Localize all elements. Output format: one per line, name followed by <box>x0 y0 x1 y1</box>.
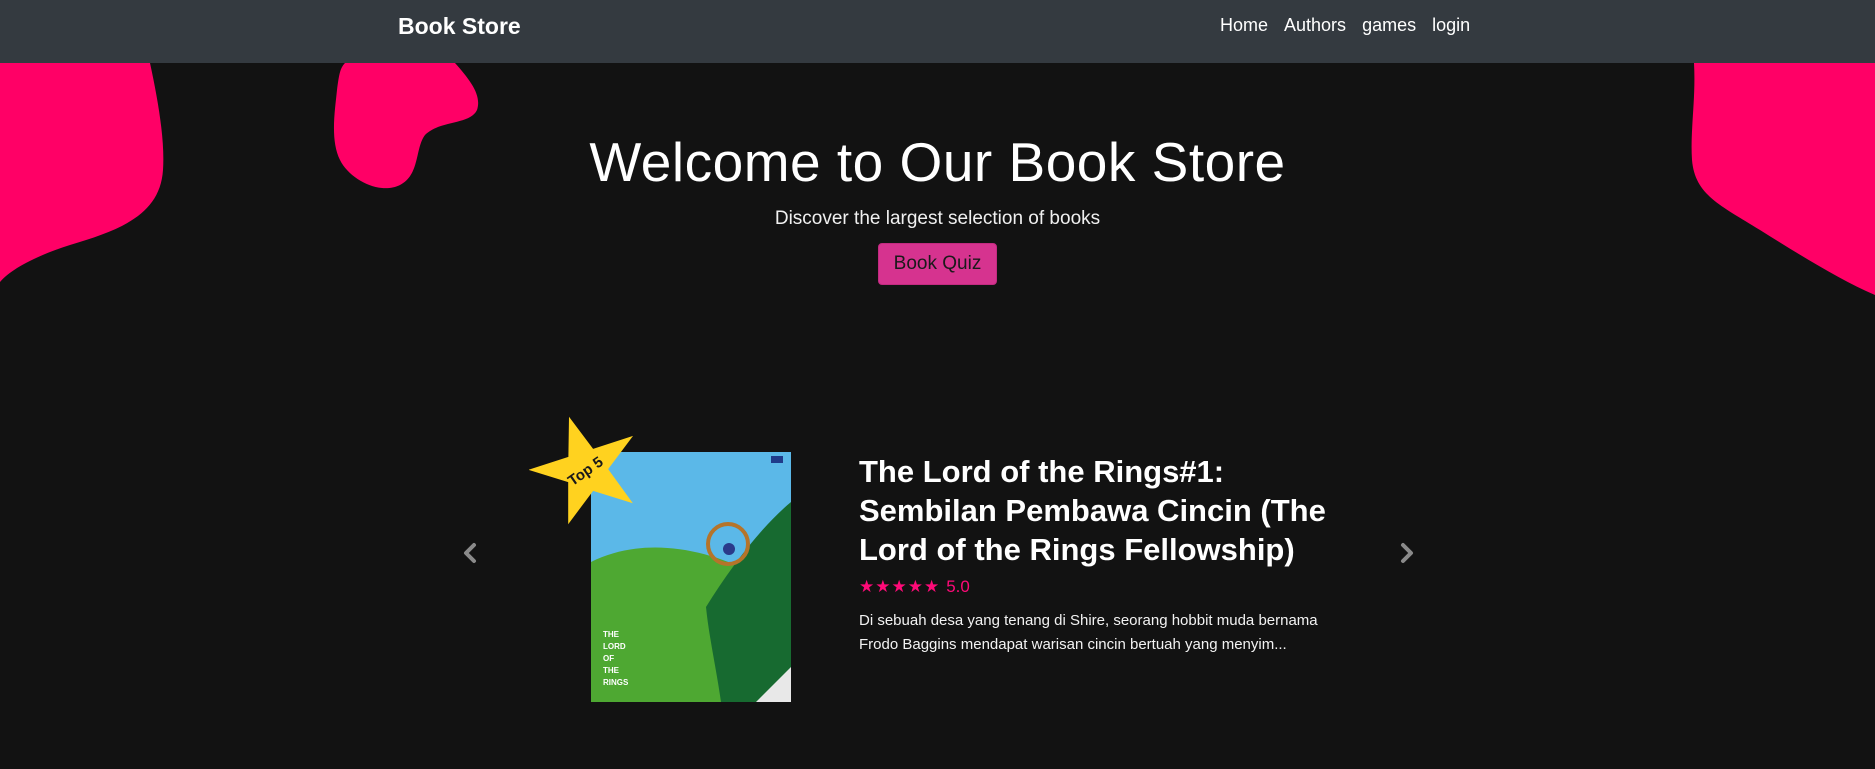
rating-stars-icon: ★★★★★ <box>859 577 941 596</box>
book-description: Di sebuah desa yang tenang di Shire, seo… <box>859 612 1318 653</box>
book-quiz-button[interactable]: Book Quiz <box>877 243 998 285</box>
svg-text:THE: THE <box>603 666 620 675</box>
featured-books-carousel: THE LORD OF THE RINGS Top 5 The Lord of … <box>440 400 1440 720</box>
nav-link-login[interactable]: login <box>1432 15 1470 36</box>
book-title[interactable]: The Lord of the Rings#1: Sembilan Pembaw… <box>859 452 1329 569</box>
svg-text:LORD: LORD <box>603 642 626 651</box>
chevron-right-icon <box>1401 543 1413 563</box>
book-rating: ★★★★★ 5.0 <box>859 577 1329 597</box>
nav-link-games[interactable]: games <box>1362 15 1416 36</box>
page: Book Store Home Authors games login Welc… <box>0 0 1875 769</box>
svg-text:OF: OF <box>603 654 614 663</box>
navbar: Book Store Home Authors games login <box>0 0 1875 63</box>
hero-subtitle: Discover the largest selection of books <box>774 208 1101 229</box>
hero-section: Welcome to Our Book Store Discover the l… <box>0 130 1875 285</box>
nav-link-home[interactable]: Home <box>1220 15 1268 36</box>
carousel-next-button[interactable] <box>1392 538 1422 568</box>
nav-link-authors[interactable]: Authors <box>1284 15 1346 36</box>
chevron-left-icon <box>464 543 476 563</box>
book-cover[interactable]: THE LORD OF THE RINGS Top 5 <box>529 416 791 702</box>
rating-value: 5.0 <box>946 577 970 596</box>
svg-text:THE: THE <box>603 630 620 639</box>
svg-text:RINGS: RINGS <box>603 678 629 687</box>
brand-logo[interactable]: Book Store <box>398 13 521 40</box>
nav-links: Home Authors games login <box>1220 15 1470 36</box>
book-info: The Lord of the Rings#1: Sembilan Pembaw… <box>859 452 1329 657</box>
top5-star-badge: Top 5 <box>529 416 634 525</box>
hero-title: Welcome to Our Book Store <box>589 131 1286 193</box>
carousel-prev-button[interactable] <box>455 538 485 568</box>
